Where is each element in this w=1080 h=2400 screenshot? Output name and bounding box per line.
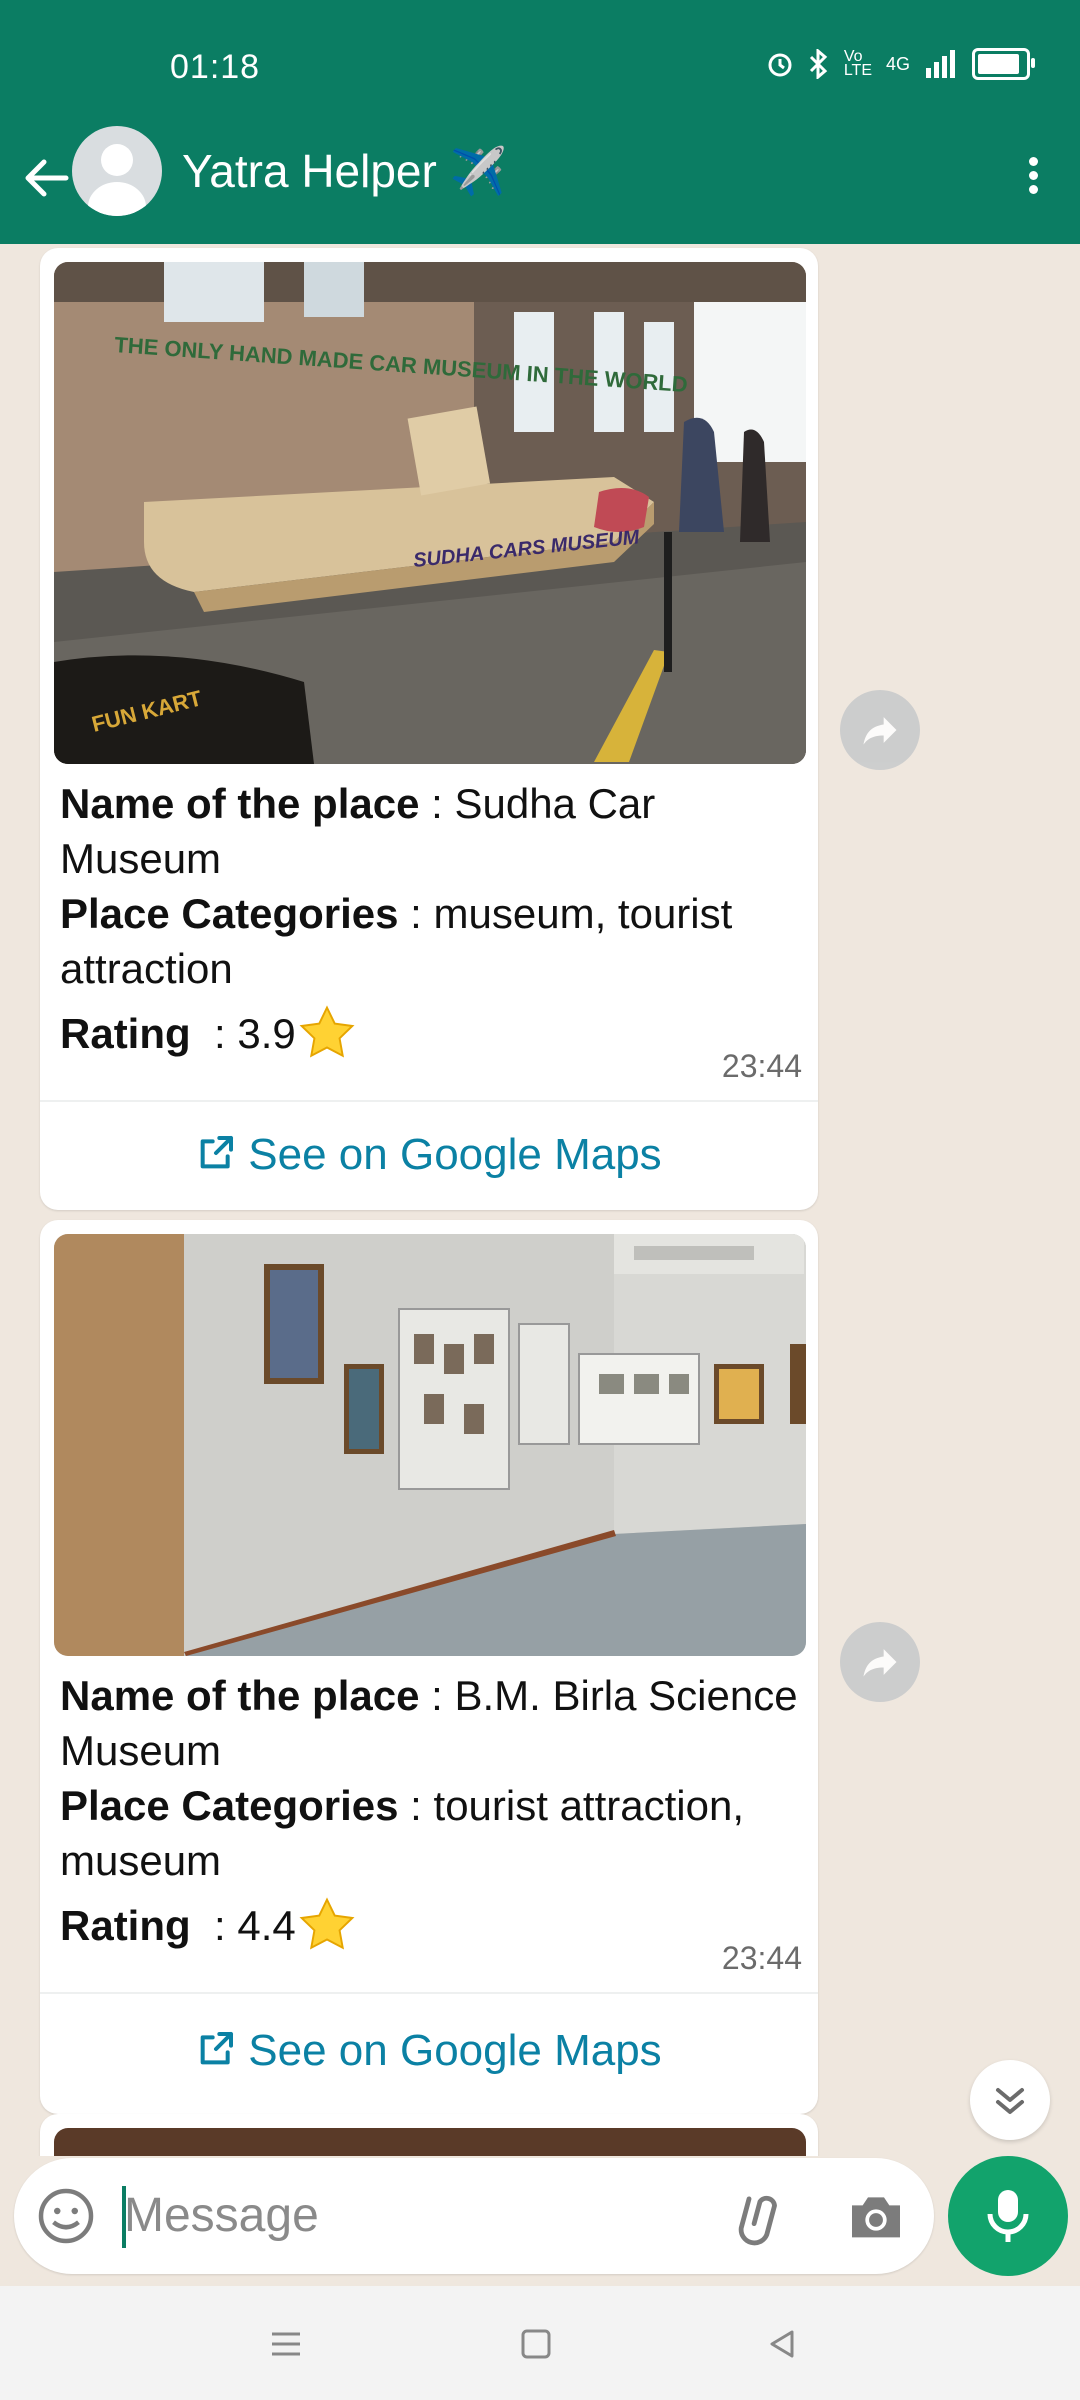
forward-icon	[863, 717, 897, 745]
place-rating-line: Rating : 3.9	[60, 1004, 798, 1062]
paperclip-icon[interactable]	[730, 2184, 794, 2248]
place-details: Name of the place : B.M. Birla Science M…	[60, 1668, 798, 1954]
message-composer: Message	[14, 2158, 934, 2274]
chat-title[interactable]: Yatra Helper ✈️	[182, 144, 507, 199]
place-rating-label: Rating	[60, 1010, 191, 1057]
place-message-card: THE ONLY HAND MADE CAR MUSEUM IN THE WOR…	[40, 248, 818, 1210]
status-time: 01:18	[170, 48, 261, 86]
place-details: Name of the place : Sudha Car Museum Pla…	[60, 776, 798, 1062]
back-triangle-icon[interactable]	[762, 2324, 802, 2364]
external-link-icon	[200, 1136, 234, 1169]
place-rating-line: Rating : 4.4	[60, 1896, 798, 1954]
place-categories-line: Place Categories : museum, tourist attra…	[60, 890, 733, 992]
divider	[40, 1100, 818, 1102]
microphone-icon	[987, 2190, 1029, 2242]
camera-icon[interactable]	[844, 2184, 908, 2248]
place-photo[interactable]	[54, 2128, 806, 2156]
place-photo[interactable]	[54, 1234, 806, 1656]
place-name-line: Name of the place : Sudha Car Museum	[60, 780, 656, 882]
place-rating-value: 3.9	[237, 1010, 296, 1057]
status-bar: 01:18 Vo LTE 4G	[0, 0, 1080, 126]
place-photo[interactable]: THE ONLY HAND MADE CAR MUSEUM IN THE WOR…	[54, 262, 806, 764]
bluetooth-icon	[809, 49, 828, 79]
forward-icon	[863, 1649, 897, 1677]
back-arrow-icon[interactable]	[16, 148, 76, 208]
status-icons: Vo LTE 4G	[766, 48, 1035, 80]
place-rating-label: Rating	[60, 1902, 191, 1949]
place-name-line: Name of the place : B.M. Birla Science M…	[60, 1672, 798, 1774]
message-input[interactable]: Message	[124, 2188, 319, 2243]
home-icon[interactable]	[516, 2324, 556, 2364]
external-link-icon	[200, 2032, 234, 2065]
signal-icon	[926, 50, 955, 78]
alarm-icon	[768, 53, 792, 77]
forward-button[interactable]	[840, 1622, 920, 1702]
volte-icon: Vo LTE	[843, 48, 872, 79]
chat-area: THE ONLY HAND MADE CAR MUSEUM IN THE WOR…	[0, 244, 1080, 2156]
place-categories-label: Place Categories	[60, 1782, 399, 1829]
message-time: 23:44	[721, 1940, 802, 1976]
place-message-card	[40, 2114, 818, 2156]
see-on-google-maps-label: See on Google Maps	[248, 1130, 662, 1179]
forward-button[interactable]	[840, 690, 920, 770]
place-name-label: Name of the place	[60, 780, 420, 827]
double-chevron-down-icon	[996, 2088, 1024, 2114]
star-icon	[299, 1005, 355, 1058]
emoji-icon[interactable]	[36, 2186, 96, 2246]
place-message-card: Name of the place : B.M. Birla Science M…	[40, 1220, 818, 2114]
contact-avatar[interactable]	[72, 126, 162, 216]
see-on-google-maps-link[interactable]: See on Google Maps	[40, 2026, 818, 2076]
signal-label: 4G	[885, 53, 910, 74]
divider	[40, 1992, 818, 1994]
place-rating-value: 4.4	[237, 1902, 296, 1949]
star-icon	[299, 1897, 355, 1950]
see-on-google-maps-link[interactable]: See on Google Maps	[40, 1130, 818, 1180]
message-time: 23:44	[721, 1048, 802, 1084]
place-categories-label: Place Categories	[60, 890, 399, 937]
place-name-label: Name of the place	[60, 1672, 420, 1719]
battery-icon	[972, 48, 1035, 80]
menu-icon[interactable]	[266, 2324, 306, 2364]
chat-header: Yatra Helper ✈️	[0, 126, 1080, 244]
mic-button[interactable]	[948, 2156, 1068, 2276]
scroll-to-bottom-button[interactable]	[970, 2060, 1050, 2140]
see-on-google-maps-label: See on Google Maps	[248, 2026, 662, 2075]
place-categories-line: Place Categories : tourist attraction, m…	[60, 1782, 744, 1884]
system-navigation-bar	[0, 2286, 1080, 2400]
more-options-icon[interactable]	[1026, 152, 1040, 202]
